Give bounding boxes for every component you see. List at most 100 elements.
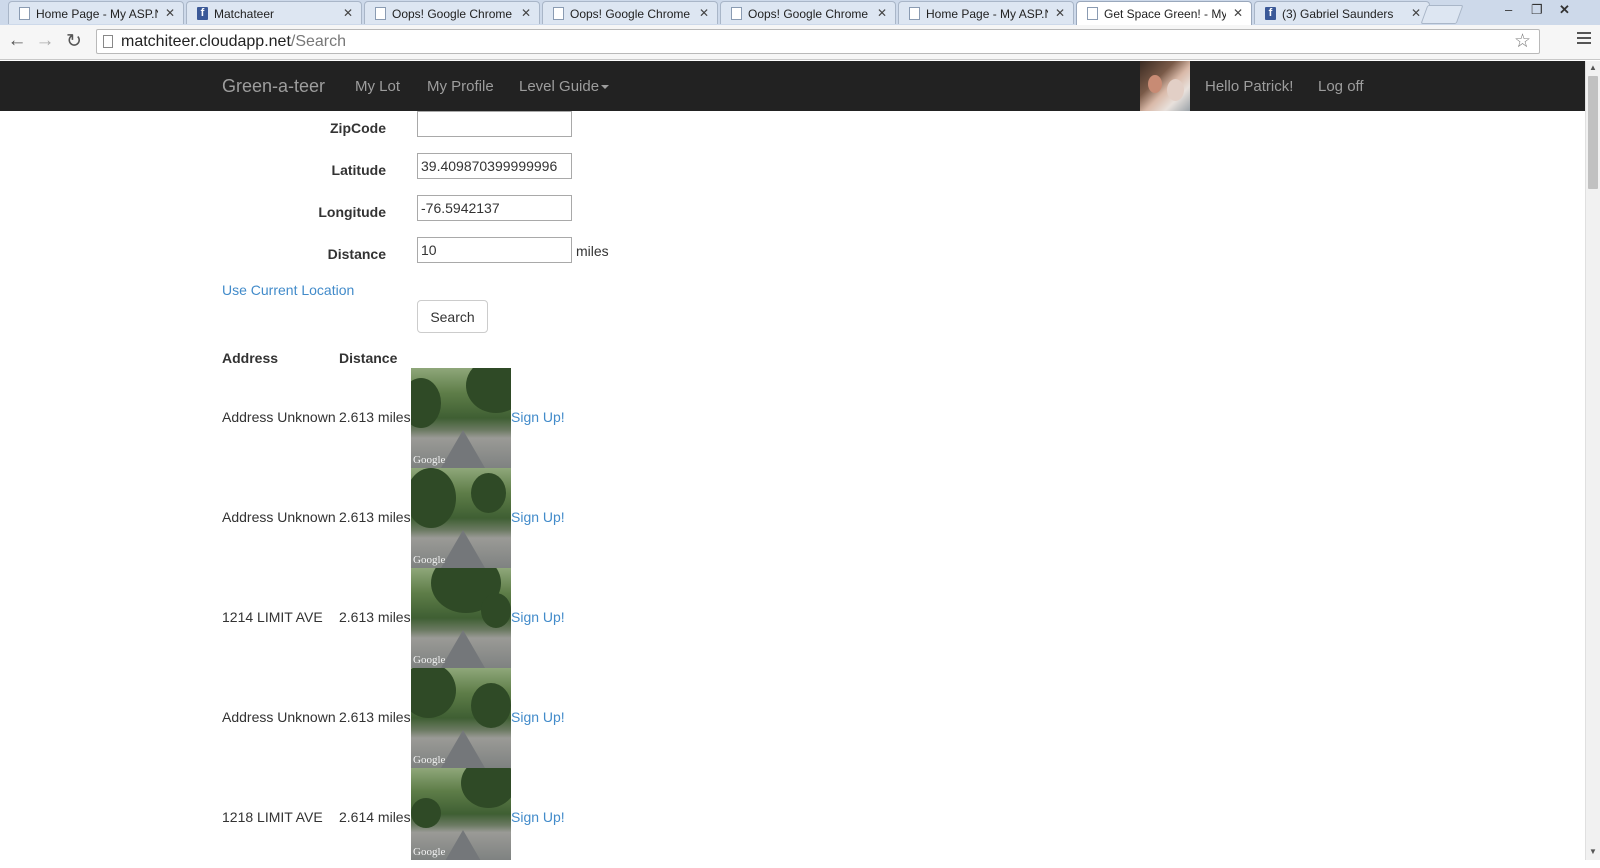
distance-label: Distance xyxy=(327,246,386,262)
close-window-icon[interactable]: ✕ xyxy=(1559,2,1570,18)
distance-unit: miles xyxy=(576,243,609,259)
latitude-label: Latitude xyxy=(331,162,386,178)
address-column-header: Address xyxy=(222,350,279,366)
result-row: Address Unknown 2.613 miles Google Sign … xyxy=(0,668,700,768)
google-watermark: Google xyxy=(413,754,446,766)
close-icon[interactable]: ✕ xyxy=(1055,6,1065,20)
avatar xyxy=(1140,61,1190,111)
street-view-image: Google xyxy=(411,368,511,468)
url-text[interactable]: matchiteer.cloudapp.net/Search xyxy=(121,33,346,51)
site-navbar: Green-a-teer My Lot My Profile Level Gui… xyxy=(0,61,1585,111)
zipcode-label: ZipCode xyxy=(330,120,386,136)
browser-toolbar: ← → ↻ matchiteer.cloudapp.net/Search ☆ xyxy=(0,25,1600,60)
sign-up-link[interactable]: Sign Up! xyxy=(511,509,565,525)
page-icon xyxy=(375,7,386,20)
page-icon xyxy=(909,7,920,20)
menu-icon[interactable] xyxy=(1577,32,1591,47)
distance-input[interactable] xyxy=(417,237,572,263)
result-row: 1218 LIMIT AVE 2.614 miles Google Sign U… xyxy=(0,768,700,868)
result-address: 1214 LIMIT AVE xyxy=(222,609,323,625)
tab-title: Home Page - My ASP.N xyxy=(926,7,1048,21)
tab-title: Oops! Google Chrome c xyxy=(392,7,514,21)
close-icon[interactable]: ✕ xyxy=(1411,6,1421,20)
minimize-icon[interactable]: ‒ xyxy=(1505,2,1512,17)
result-address: 1218 LIMIT AVE xyxy=(222,809,323,825)
vertical-scrollbar[interactable]: ▲ ▼ xyxy=(1585,61,1600,860)
longitude-input[interactable] xyxy=(417,195,572,221)
result-row: Address Unknown 2.613 miles Google Sign … xyxy=(0,468,700,568)
scroll-down-icon[interactable]: ▼ xyxy=(1589,847,1597,856)
caret-down-icon xyxy=(601,85,610,90)
tab-title: Oops! Google Chrome c xyxy=(748,7,870,21)
tab-title: Home Page - My ASP.N xyxy=(36,7,158,21)
longitude-label: Longitude xyxy=(318,204,386,220)
result-distance: 2.613 miles xyxy=(339,409,411,425)
result-distance: 2.613 miles xyxy=(339,609,411,625)
browser-tab[interactable]: f (3) Gabriel Saunders ✕ xyxy=(1254,1,1430,24)
address-bar[interactable]: matchiteer.cloudapp.net/Search ☆ xyxy=(96,29,1540,54)
nav-level-guide[interactable]: Level Guide xyxy=(519,78,610,95)
sign-up-link[interactable]: Sign Up! xyxy=(511,809,565,825)
browser-tab[interactable]: Oops! Google Chrome c ✕ xyxy=(720,1,896,24)
page-icon xyxy=(19,7,30,20)
logoff-link[interactable]: Log off xyxy=(1318,78,1364,95)
google-watermark: Google xyxy=(413,554,446,566)
sign-up-link[interactable]: Sign Up! xyxy=(511,609,565,625)
google-watermark: Google xyxy=(413,654,446,666)
street-view-image: Google xyxy=(411,568,511,668)
result-address: Address Unknown xyxy=(222,709,336,725)
url-host: matchiteer.cloudapp.net xyxy=(121,33,291,50)
result-distance: 2.613 miles xyxy=(339,509,411,525)
street-view-image: Google xyxy=(411,668,511,768)
scroll-up-icon[interactable]: ▲ xyxy=(1589,63,1597,72)
restore-icon[interactable]: ❐ xyxy=(1531,2,1543,18)
street-view-image: Google xyxy=(411,468,511,568)
zipcode-input[interactable] xyxy=(417,111,572,137)
browser-tab[interactable]: Oops! Google Chrome c ✕ xyxy=(542,1,718,24)
facebook-icon: f xyxy=(1265,7,1276,20)
close-icon[interactable]: ✕ xyxy=(1233,6,1243,20)
nav-my-lot[interactable]: My Lot xyxy=(355,78,400,95)
google-watermark: Google xyxy=(413,846,446,858)
browser-tab[interactable]: f Matchateer ✕ xyxy=(186,1,362,24)
tab-title: Oops! Google Chrome c xyxy=(570,7,692,21)
result-address: Address Unknown xyxy=(222,509,336,525)
browser-tab[interactable]: Home Page - My ASP.N ✕ xyxy=(898,1,1074,24)
browser-tab[interactable]: Oops! Google Chrome c ✕ xyxy=(364,1,540,24)
browser-tab-strip: Home Page - My ASP.N ✕ f Matchateer ✕ Oo… xyxy=(0,0,1600,25)
close-icon[interactable]: ✕ xyxy=(521,6,531,20)
brand-link[interactable]: Green-a-teer xyxy=(222,76,325,97)
back-arrow-icon[interactable]: ← xyxy=(6,30,28,52)
sign-up-link[interactable]: Sign Up! xyxy=(511,409,565,425)
url-path: /Search xyxy=(290,33,347,50)
bookmark-star-icon[interactable]: ☆ xyxy=(1514,30,1531,53)
google-watermark: Google xyxy=(413,454,446,466)
sign-up-link[interactable]: Sign Up! xyxy=(511,709,565,725)
greeting-link[interactable]: Hello Patrick! xyxy=(1205,78,1293,95)
close-icon[interactable]: ✕ xyxy=(699,6,709,20)
page-icon xyxy=(1087,7,1098,20)
tab-title: (3) Gabriel Saunders xyxy=(1282,7,1394,21)
result-distance: 2.613 miles xyxy=(339,709,411,725)
tab-title: Get Space Green! - My A xyxy=(1104,7,1226,21)
scrollbar-thumb[interactable] xyxy=(1588,76,1598,189)
page-icon xyxy=(553,7,564,20)
browser-tab-active[interactable]: Get Space Green! - My A ✕ xyxy=(1076,1,1252,25)
search-button[interactable]: Search xyxy=(417,300,488,333)
use-current-location-link[interactable]: Use Current Location xyxy=(222,282,354,298)
street-view-image: Google xyxy=(411,768,511,860)
tab-title: Matchateer xyxy=(214,7,275,21)
close-icon[interactable]: ✕ xyxy=(343,6,353,20)
distance-column-header: Distance xyxy=(339,350,398,366)
new-tab-button[interactable] xyxy=(1420,5,1464,24)
page-icon xyxy=(731,7,742,20)
nav-level-guide-label: Level Guide xyxy=(519,78,600,95)
latitude-input[interactable] xyxy=(417,153,572,179)
browser-tab[interactable]: Home Page - My ASP.N ✕ xyxy=(8,1,184,24)
result-address: Address Unknown xyxy=(222,409,336,425)
nav-my-profile[interactable]: My Profile xyxy=(427,78,494,95)
close-icon[interactable]: ✕ xyxy=(165,6,175,20)
forward-arrow-icon[interactable]: → xyxy=(34,30,56,52)
close-icon[interactable]: ✕ xyxy=(877,6,887,20)
reload-icon[interactable]: ↻ xyxy=(63,30,85,53)
